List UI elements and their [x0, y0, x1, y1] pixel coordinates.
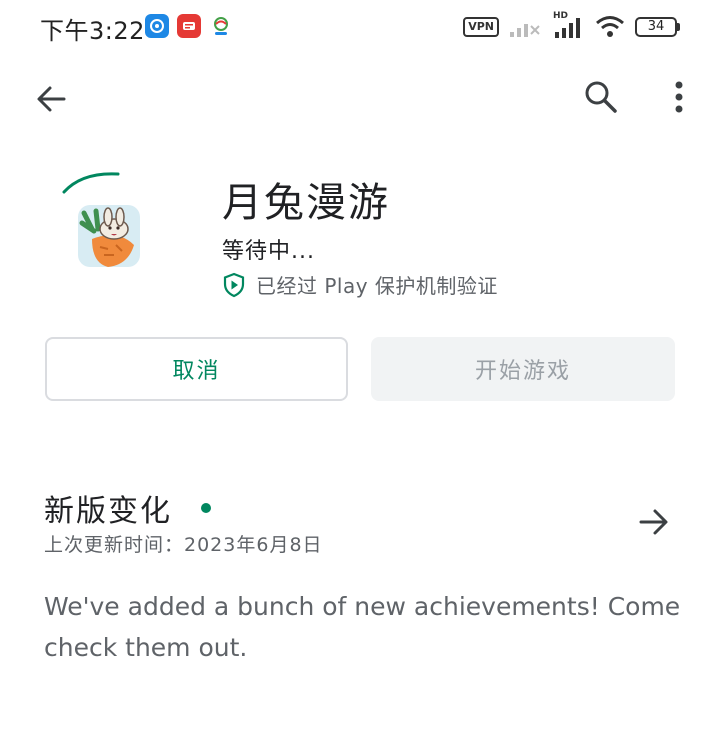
cancel-button[interactable]: 取消: [45, 337, 348, 401]
search-icon: [585, 81, 617, 113]
whats-new-header[interactable]: 新版变化 上次更新时间：2023年6月8日: [44, 486, 684, 566]
mobile-app-icon: [209, 14, 233, 38]
more-vert-icon: [675, 81, 683, 113]
notification-icons: [145, 14, 233, 38]
last-updated: 上次更新时间：2023年6月8日: [44, 534, 323, 556]
more-options-button[interactable]: [656, 74, 702, 120]
arrow-right-icon: [639, 509, 668, 535]
status-time: 下午3:22: [40, 17, 145, 45]
new-indicator-dot: [201, 503, 211, 513]
app-icon: [78, 205, 140, 267]
status-indicators: VPN HD 34: [463, 11, 680, 39]
news-app-icon: [177, 14, 201, 38]
play-protect-shield-icon: [223, 272, 245, 297]
signal-hd-icon: HD: [553, 11, 585, 39]
battery-level: 34: [635, 17, 677, 37]
play-protect-verified: 已经过 Play 保护机制验证: [222, 270, 498, 299]
whats-new-title: 新版变化: [44, 494, 172, 529]
weibo-app-icon: [145, 14, 169, 38]
verified-text: 已经过 Play 保护机制验证: [256, 274, 498, 298]
app-icon-container: [46, 160, 166, 280]
battery-indicator: 34: [635, 17, 680, 37]
battery-tip: [677, 23, 680, 31]
signal-weak-icon: [510, 24, 540, 37]
install-status: 等待中...: [222, 239, 315, 264]
status-bar: 下午3:22 VPN HD 34: [0, 0, 720, 56]
wifi-icon: [596, 16, 624, 37]
whats-new-arrow-button[interactable]: [632, 500, 676, 544]
vpn-badge: VPN: [463, 17, 499, 37]
top-app-bar: [0, 66, 720, 128]
search-button[interactable]: [578, 74, 624, 120]
back-button[interactable]: [28, 76, 74, 122]
whats-new-body: We've added a bunch of new achievements!…: [44, 592, 681, 662]
app-title: 月兔漫游: [222, 180, 390, 226]
start-game-button[interactable]: 开始游戏: [371, 337, 675, 401]
arrow-left-icon: [37, 86, 66, 112]
